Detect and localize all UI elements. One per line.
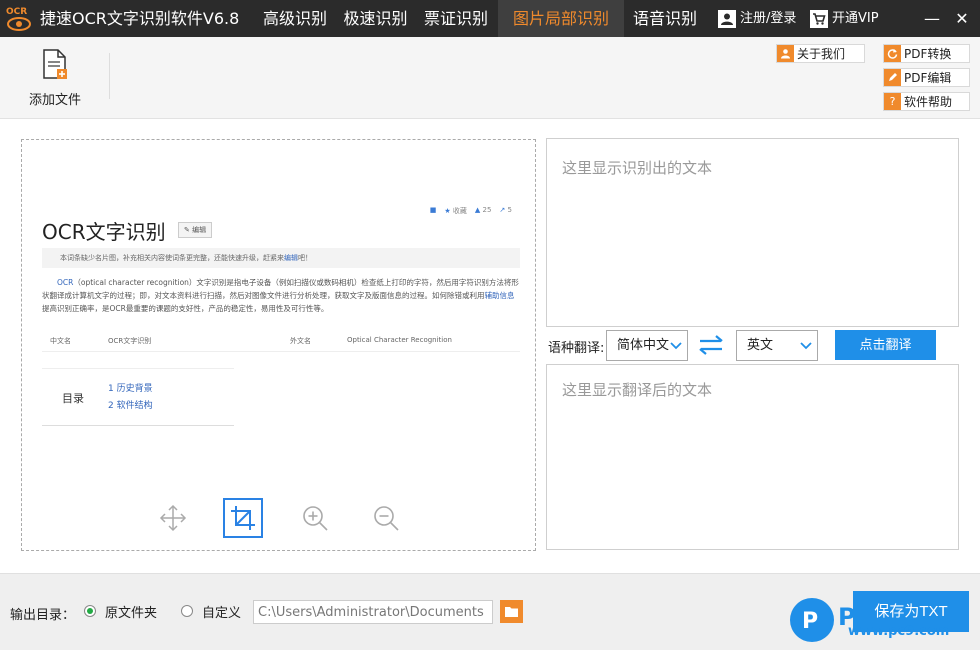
software-help-label: 软件帮助 [904, 95, 953, 109]
star-icon: ★ [444, 207, 451, 215]
source-language-select[interactable]: 简体中文 [606, 330, 688, 361]
login-button[interactable]: 注册/登录 [718, 0, 796, 37]
zoom-out-icon [374, 506, 399, 531]
output-path-input[interactable] [253, 600, 493, 624]
move-icon [159, 504, 187, 532]
ocr-result-textarea[interactable]: 这里显示识别出的文本 [546, 138, 959, 327]
arrow-icon: ↗ [499, 206, 506, 214]
document-body-text: OCR（optical character recognition）文字识别是指… [42, 278, 519, 313]
swap-language-icon[interactable] [697, 334, 725, 356]
document-actions: ■ ★ 收藏 ▲ 25 ↗ 5 [430, 206, 512, 216]
crop-tool[interactable] [223, 498, 263, 538]
zoom-out-tool[interactable] [366, 498, 406, 538]
document-title: OCR文字识别 [42, 220, 166, 244]
move-tool[interactable] [153, 498, 193, 538]
toolbar: 添加文件 关于我们 PDF转换 PDF编辑 ? 软件帮助 [0, 37, 980, 119]
tab-voice-recognition[interactable]: 语音识别 [624, 0, 706, 37]
pdf-edit-label: PDF编辑 [904, 71, 952, 85]
share-count: ↗ 5 [499, 206, 512, 214]
favorite-action: ★ 收藏 [444, 207, 467, 215]
app-logo-icon: OCR [4, 4, 34, 34]
pencil-icon [884, 69, 901, 86]
tab-partial-image-recognition[interactable]: 图片局部识别 [498, 0, 624, 37]
cart-icon [810, 9, 828, 28]
like-action: ▲ 25 [474, 206, 492, 214]
tab-ticket-recognition[interactable]: 票证识别 [414, 0, 498, 37]
toc-label: 目录 [62, 392, 84, 405]
toolbar-separator [109, 53, 110, 99]
info-label: 外文名 [290, 337, 311, 345]
user-icon [777, 45, 794, 62]
toc-item: 2 软件结构 [108, 401, 153, 411]
login-label: 注册/登录 [740, 11, 797, 26]
info-value: Optical Character Recognition [347, 336, 452, 344]
radio-custom-folder[interactable] [181, 605, 193, 617]
about-us-label: 关于我们 [797, 47, 846, 61]
document-toc: 目录 1 历史背景 2 软件结构 [42, 368, 234, 426]
about-us-button[interactable]: 关于我们 [776, 44, 865, 63]
refresh-icon [884, 45, 901, 62]
user-icon [718, 9, 736, 28]
tab-fast-recognition[interactable]: 极速识别 [337, 0, 414, 37]
svg-text:OCR: OCR [6, 7, 27, 17]
tab-advanced-recognition[interactable]: 高级识别 [253, 0, 337, 37]
translate-button[interactable]: 点击翻译 [835, 330, 936, 360]
custom-folder-label: 自定义 [202, 606, 242, 621]
folder-icon [505, 607, 518, 617]
target-language-select[interactable]: 英文 [736, 330, 818, 361]
pdf-convert-button[interactable]: PDF转换 [883, 44, 970, 63]
source-language-value: 简体中文 [617, 338, 670, 353]
title-bar: OCR 捷速OCR文字识别软件V6.8 高级识别 极速识别 票证识别 图片局部识… [0, 0, 980, 37]
add-file-label: 添加文件 [28, 93, 81, 108]
zoom-in-icon [303, 506, 328, 531]
thumb-up-icon: ▲ [474, 206, 481, 214]
browse-folder-button[interactable] [500, 600, 523, 623]
radio-original-folder[interactable] [84, 605, 96, 617]
pdf-edit-button[interactable]: PDF编辑 [883, 68, 970, 87]
info-label: 中文名 [50, 337, 71, 345]
add-file-icon [43, 49, 67, 79]
pdf-convert-label: PDF转换 [904, 47, 952, 61]
close-button[interactable]: ✕ [947, 0, 977, 37]
share-icon: ■ [429, 206, 437, 214]
zoom-in-tool[interactable] [295, 498, 335, 538]
vip-label: 开通VIP [832, 11, 879, 26]
app-title: 捷速OCR文字识别软件V6.8 [40, 9, 240, 28]
toc-item: 1 历史背景 [108, 384, 153, 394]
document-edit-tag: ✎ 编辑 [178, 222, 213, 238]
software-help-button[interactable]: ? 软件帮助 [883, 92, 970, 111]
crop-icon [231, 506, 255, 530]
info-value: OCR文字识别 [108, 337, 152, 345]
watermark-url: www.pc9.com [848, 624, 950, 639]
translation-result-textarea[interactable]: 这里显示翻译后的文本 [546, 364, 959, 550]
target-language-value: 英文 [747, 338, 774, 353]
minimize-button[interactable]: — [917, 0, 947, 37]
bottom-bar: 输出目录： 原文件夹 自定义 P PC 保存为TXT www.pc9.com [0, 573, 980, 650]
document-info-table: 中文名 OCR文字识别 外文名 Optical Character Recogn… [42, 332, 520, 352]
original-folder-label: 原文件夹 [105, 606, 158, 621]
translate-label: 语种翻译: [548, 341, 605, 356]
document-notice: 本词条缺少名片图，补充相关内容使词条更完整，还能快速升级，赶紧来编辑吧！ [42, 248, 520, 268]
question-icon: ? [884, 93, 901, 110]
add-file-button[interactable]: 添加文件 [20, 49, 90, 108]
image-preview-panel[interactable]: ■ ★ 收藏 ▲ 25 ↗ 5 OCR文字识别 ✎ 编辑 本词条缺少名片图，补充… [21, 139, 536, 551]
svg-text:P: P [802, 609, 818, 634]
output-directory-label: 输出目录： [10, 608, 76, 623]
vip-button[interactable]: 开通VIP [810, 0, 879, 37]
